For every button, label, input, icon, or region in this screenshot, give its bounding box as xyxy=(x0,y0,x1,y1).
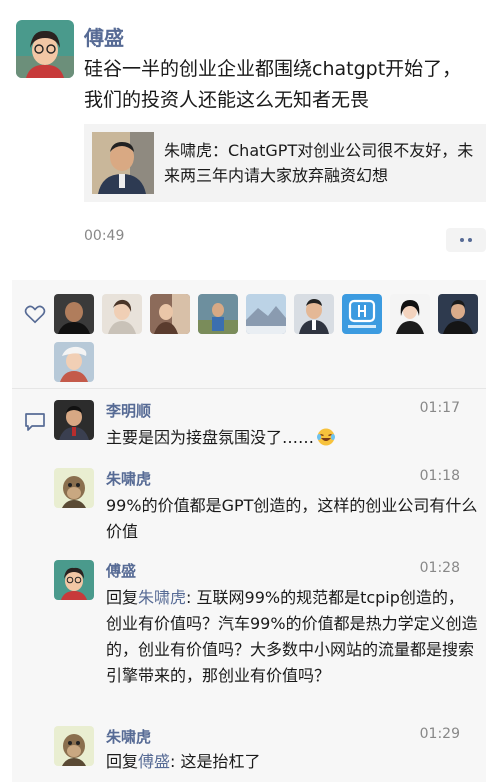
comment-text: 回复傅盛: 这是抬杠了 xyxy=(106,749,478,775)
like-avatar[interactable] xyxy=(438,294,478,334)
comment-body: : 这是抬杠了 xyxy=(170,752,261,771)
post-text: 硅谷一半的创业企业都围绕chatgpt开始了，我们的投资人还能这么无知者无畏 xyxy=(84,58,462,111)
commenter-avatar[interactable] xyxy=(54,468,94,508)
like-avatar[interactable] xyxy=(246,294,286,334)
heart-icon xyxy=(24,305,46,324)
like-avatar[interactable] xyxy=(198,294,238,334)
comment-time: 01:29 xyxy=(419,726,460,742)
comment-author[interactable]: 傅盛 xyxy=(106,560,136,581)
reply-mention[interactable]: 傅盛 xyxy=(138,752,170,771)
like-avatar[interactable] xyxy=(342,294,382,334)
reply-prefix: 回复 xyxy=(106,752,139,771)
comment-time: 01:28 xyxy=(419,560,460,576)
comment-body: 主要是因为接盘氛围没了…… xyxy=(106,428,315,447)
comment-text: 99%的价值都是GPT创造的，这样的创业公司有什么价值 xyxy=(106,496,478,541)
shared-article-thumbnail xyxy=(92,132,154,194)
comment-author[interactable]: 李明顺 xyxy=(106,400,151,421)
like-avatar[interactable] xyxy=(102,294,142,334)
comment-icon xyxy=(25,413,45,431)
laughing-crying-emoji xyxy=(317,428,336,446)
reply-mention[interactable]: 朱啸虎 xyxy=(138,588,186,607)
more-actions-button[interactable] xyxy=(446,228,486,252)
shared-article-card[interactable]: 朱啸虎：ChatGPT对创业公司很不友好，未来两三年内请大家放弃融资幻想 xyxy=(84,124,486,202)
ellipsis-icon xyxy=(460,238,464,242)
likes-comments-panel: 李明顺 01:17 主要是因为接盘氛围没了…… 朱啸虎 01:18 99%的价值… xyxy=(12,280,486,782)
comment-text: 主要是因为接盘氛围没了…… xyxy=(106,425,478,451)
comment-text: 回复朱啸虎: 互联网99%的规范都是tcpip创造的，创业有价值吗？汽车99%的… xyxy=(106,585,478,689)
like-avatar[interactable] xyxy=(150,294,190,334)
like-avatar[interactable] xyxy=(54,342,94,382)
like-avatar[interactable] xyxy=(54,294,94,334)
comment-time: 01:18 xyxy=(419,468,460,484)
poster-avatar[interactable] xyxy=(16,20,74,78)
post-time: 00:49 xyxy=(84,228,125,244)
like-avatar[interactable] xyxy=(294,294,334,334)
shared-article-title: 朱啸虎：ChatGPT对创业公司很不友好，未来两三年内请大家放弃融资幻想 xyxy=(164,141,474,185)
reply-prefix: 回复 xyxy=(106,588,139,607)
commenter-avatar[interactable] xyxy=(54,400,94,440)
commenter-avatar[interactable] xyxy=(54,726,94,766)
comment-time: 01:17 xyxy=(419,400,460,416)
post-author[interactable]: 傅盛 xyxy=(84,22,124,51)
comment-author[interactable]: 朱啸虎 xyxy=(106,726,151,747)
commenter-avatar[interactable] xyxy=(54,560,94,600)
likes-divider xyxy=(12,388,486,389)
comment-author[interactable]: 朱啸虎 xyxy=(106,468,151,489)
like-avatar[interactable] xyxy=(390,294,430,334)
